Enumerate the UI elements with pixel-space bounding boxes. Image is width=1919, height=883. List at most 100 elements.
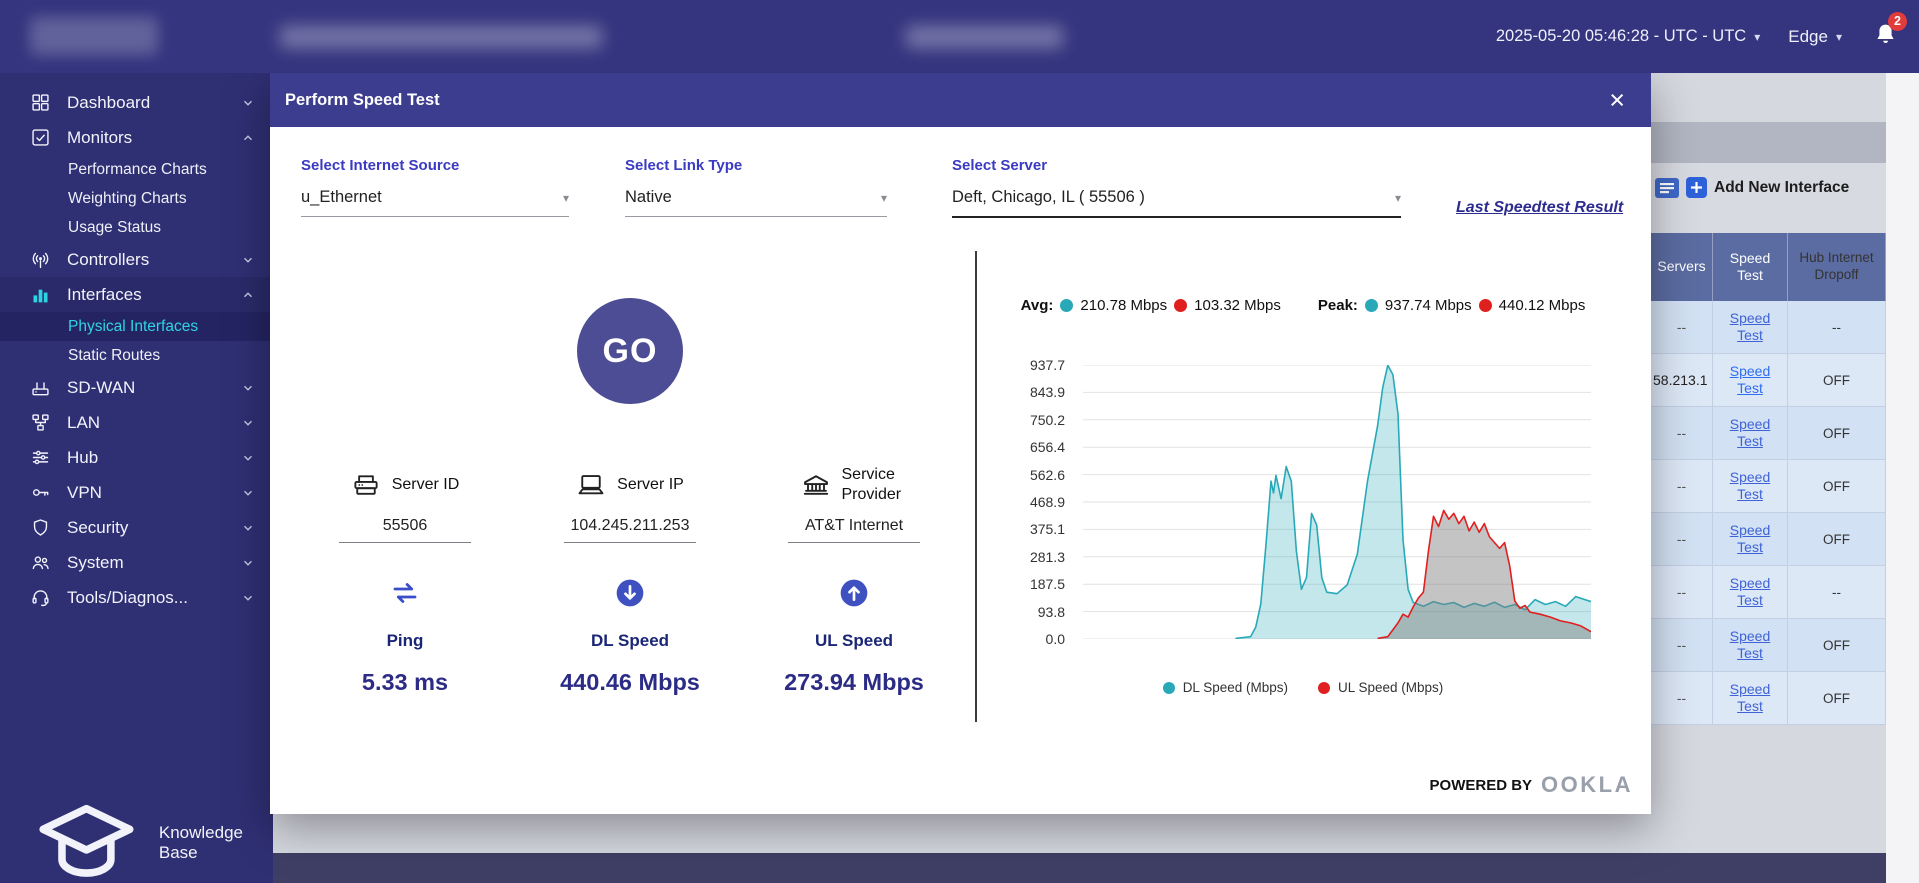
server-icon [351, 470, 381, 500]
server-id-label: Server ID [392, 476, 460, 494]
y-tick-label: 187.5 [1005, 575, 1065, 593]
server-id-block: Server ID 55506 [295, 465, 515, 543]
sidebar-item-controllers[interactable]: Controllers [0, 242, 273, 277]
avg-ul-value: 103.32 Mbps [1194, 297, 1281, 314]
y-tick-label: 750.2 [1005, 411, 1065, 429]
sidebar-item-physical-interfaces[interactable]: Physical Interfaces [0, 312, 273, 341]
dropoff-cell: OFF [1788, 460, 1886, 512]
speed-test-link[interactable]: Speed Test [1724, 416, 1776, 451]
speed-test-link[interactable]: Speed Test [1724, 681, 1776, 716]
internet-source-value: u_Ethernet ▾ [301, 188, 569, 217]
legend-dl-label: DL Speed (Mbps) [1183, 680, 1288, 695]
dropoff-cell: -- [1788, 566, 1886, 618]
sidebar-item-sdwan[interactable]: SD-WAN [0, 370, 273, 405]
ul-speed-label: UL Speed [815, 631, 893, 651]
speed-test-cell: Speed Test [1713, 301, 1788, 353]
ul-speed-value: 273.94 Mbps [784, 669, 924, 696]
last-speedtest-result-link[interactable]: Last Speedtest Result [1456, 199, 1623, 217]
speed-test-link[interactable]: Speed Test [1724, 575, 1776, 610]
sidebar-item-static-routes[interactable]: Static Routes [0, 341, 273, 370]
table-row: -- Speed Test -- [1651, 301, 1886, 354]
speed-test-link[interactable]: Speed Test [1724, 522, 1776, 557]
sidebar-item-usage-status[interactable]: Usage Status [0, 213, 273, 242]
y-tick-label: 375.1 [1005, 520, 1065, 538]
sidebar-item-label: Dashboard [67, 93, 150, 113]
avg-dl-value: 210.78 Mbps [1080, 297, 1167, 314]
link-type-select[interactable]: Select Link Type Native ▾ [625, 157, 887, 217]
close-icon[interactable]: × [1609, 87, 1625, 114]
speed-test-cell: Speed Test [1713, 619, 1788, 671]
peak-ul-value: 440.12 Mbps [1499, 297, 1586, 314]
chevron-down-icon [241, 556, 255, 570]
chart-plot-area [1083, 365, 1591, 639]
link-type-label: Select Link Type [625, 157, 887, 174]
speed-test-link[interactable]: Speed Test [1724, 469, 1776, 504]
notifications-button[interactable]: 2 [1872, 21, 1899, 53]
sidebar-sub-label: Static Routes [68, 347, 160, 365]
chevron-down-icon [241, 416, 255, 430]
dropoff-cell: -- [1788, 301, 1886, 353]
sidebar-item-label: VPN [67, 483, 102, 503]
redacted-device-text-2 [906, 26, 1063, 48]
graduation-cap-icon [30, 787, 143, 883]
edge-label: Edge [1788, 27, 1828, 47]
peak-label: Peak: [1318, 297, 1358, 314]
sidebar-item-label: System [67, 553, 124, 573]
sidebar-item-security[interactable]: Security [0, 510, 273, 545]
dropoff-cell: OFF [1788, 672, 1886, 724]
dl-dot-icon [1163, 682, 1175, 694]
y-tick-label: 562.6 [1005, 466, 1065, 484]
speed-test-link[interactable]: Speed Test [1724, 310, 1776, 345]
add-new-interface-button[interactable]: Add New Interface [1655, 177, 1849, 198]
dashboard-icon [30, 92, 51, 113]
chevron-down-icon [241, 451, 255, 465]
dropoff-cell: OFF [1788, 407, 1886, 459]
speed-test-link[interactable]: Speed Test [1724, 628, 1776, 663]
sidebar-item-performance-charts[interactable]: Performance Charts [0, 155, 273, 184]
sidebar-item-tools-diagnostics[interactable]: Tools/Diagnos... [0, 580, 273, 615]
servers-cell: -- [1651, 513, 1713, 565]
users-icon [30, 552, 51, 573]
datetime-text: 2025-05-20 05:46:28 - UTC - UTC [1496, 27, 1746, 46]
server-ip-value: 104.245.211.253 [564, 517, 696, 543]
ping-block: Ping 5.33 ms [295, 577, 515, 696]
sidebar-item-weighting-charts[interactable]: Weighting Charts [0, 184, 273, 213]
sidebar-item-hub[interactable]: Hub [0, 440, 273, 475]
servers-cell: -- [1651, 619, 1713, 671]
speed-test-link[interactable]: Speed Test [1724, 363, 1776, 398]
sidebar-item-interfaces[interactable]: Interfaces [0, 277, 273, 312]
speed-test-cell: Speed Test [1713, 460, 1788, 512]
ul-dot-icon [1174, 299, 1187, 312]
speed-test-cell: Speed Test [1713, 566, 1788, 618]
sidebar-item-system[interactable]: System [0, 545, 273, 580]
server-select[interactable]: Select Server Deft, Chicago, IL ( 55506 … [952, 157, 1401, 218]
sidebar-item-label: Hub [67, 448, 98, 468]
go-button[interactable]: GO [577, 298, 683, 404]
internet-source-select[interactable]: Select Internet Source u_Ethernet ▾ [301, 157, 569, 217]
server-id-value: 55506 [339, 517, 471, 543]
table-card-header [1651, 122, 1886, 163]
sidebar-item-knowledge-base[interactable]: Knowledge Base [0, 823, 273, 863]
sidebar-item-lan[interactable]: LAN [0, 405, 273, 440]
page-bottom-strip [273, 853, 1886, 883]
ul-dot-icon [1479, 299, 1492, 312]
sidebar-item-label: Security [67, 518, 128, 538]
modal-header: Perform Speed Test × [270, 73, 1651, 127]
server-ip-block: Server IP 104.245.211.253 [520, 465, 740, 543]
monitors-icon [30, 127, 51, 148]
sidebar-item-vpn[interactable]: VPN [0, 475, 273, 510]
scrollbar-track[interactable] [1886, 73, 1919, 883]
chevron-up-icon [241, 288, 255, 302]
sidebar-item-dashboard[interactable]: Dashboard [0, 85, 273, 120]
chevron-down-icon: ▾ [1836, 30, 1842, 44]
chart-yaxis-labels: 937.7843.9750.2656.4562.6468.9375.1281.3… [1005, 365, 1065, 639]
interfaces-table: Servers Speed Test Hub Internet Dropoff … [1651, 233, 1886, 725]
sidebar-item-monitors[interactable]: Monitors [0, 120, 273, 155]
edge-selector[interactable]: Edge ▾ [1788, 27, 1842, 47]
servers-cell: -- [1651, 407, 1713, 459]
y-tick-label: 843.9 [1005, 383, 1065, 401]
datetime-selector[interactable]: 2025-05-20 05:46:28 - UTC - UTC ▾ [1496, 27, 1760, 46]
sidebar: Dashboard Monitors Performance Charts We… [0, 73, 273, 883]
service-provider-value: AT&T Internet [788, 517, 920, 543]
servers-cell: -- [1651, 460, 1713, 512]
